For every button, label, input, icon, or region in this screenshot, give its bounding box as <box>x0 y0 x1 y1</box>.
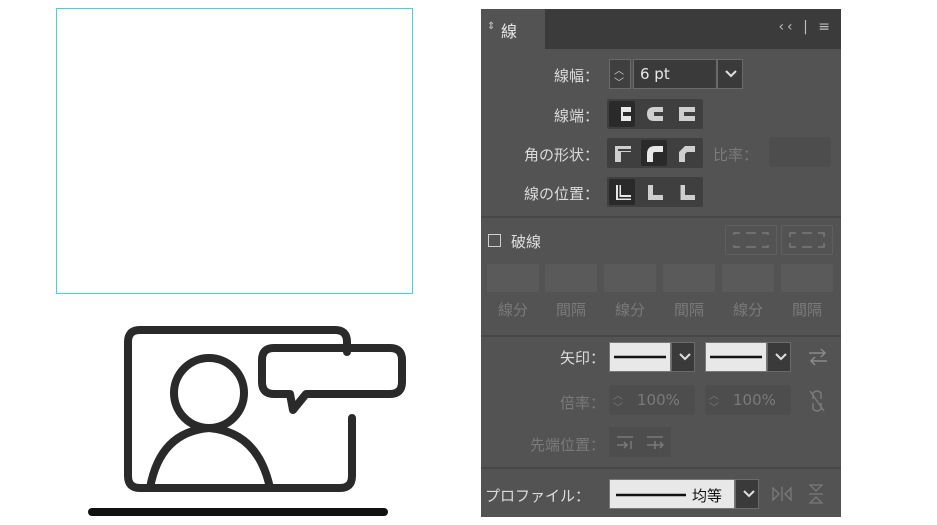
end-scale-input: ︿ ﹀ 100% <box>705 385 791 415</box>
gap-input-1 <box>545 264 597 292</box>
chevron-down-icon <box>679 353 691 361</box>
gap-label-1: 間隔 <box>555 301 586 319</box>
stroke-panel: ⇕ 線 ‹‹ | ≡ 線幅： ︿ ﹀ 6 pt 線端： 角の形状： 比率： 線の… <box>481 9 841 517</box>
corner-label: 角の形状： <box>523 146 599 164</box>
align-center-button[interactable] <box>609 179 635 205</box>
start-arrowhead-dropdown[interactable] <box>671 342 695 372</box>
dash-label-3: 線分 <box>732 301 763 319</box>
scale-label: 倍率： <box>559 394 605 412</box>
cap-label: 線端： <box>553 107 599 125</box>
weight-label: 線幅： <box>553 67 599 85</box>
weight-input[interactable]: 6 pt <box>633 59 717 89</box>
flip-horizontal-icon <box>772 486 792 502</box>
dash-input-2 <box>604 264 656 292</box>
collapse-menu-icon[interactable]: ‹‹ | ≡ <box>778 19 833 35</box>
align-label: 線の位置： <box>523 185 599 203</box>
align-inside-button[interactable] <box>641 179 667 205</box>
dash-input-3 <box>722 264 774 292</box>
cap-button-group <box>607 99 703 129</box>
end-arrowhead-select[interactable] <box>705 342 767 372</box>
chevron-down-icon[interactable]: ﹀ <box>614 74 624 89</box>
dash-input-1 <box>487 264 539 292</box>
corner-button-group <box>607 138 703 168</box>
tip-position-group <box>609 427 671 457</box>
unlink-scale-icon <box>809 390 825 412</box>
butt-cap-button[interactable] <box>609 101 635 127</box>
artboard-canvas[interactable] <box>0 0 470 525</box>
arrowheads-label: 矢印： <box>559 349 605 367</box>
bevel-join-button[interactable] <box>673 140 699 166</box>
flip-vertical-icon <box>808 484 824 504</box>
speech-bubble-icon <box>258 344 406 414</box>
projecting-cap-button[interactable] <box>673 101 699 127</box>
expand-arrows-icon[interactable]: ⇕ <box>487 21 495 32</box>
weight-stepper[interactable]: ︿ ﹀ <box>609 59 631 89</box>
gap-label-2: 間隔 <box>673 301 704 319</box>
round-cap-button[interactable] <box>641 101 667 127</box>
start-arrowhead-select[interactable] <box>609 342 671 372</box>
start-scale-input: ︿ ﹀ 100% <box>609 385 695 415</box>
tab-stroke[interactable]: ⇕ 線 <box>481 9 545 49</box>
tip-position-label: 先端位置： <box>529 436 605 454</box>
align-button-group <box>607 177 703 207</box>
chevron-down-icon <box>725 70 737 78</box>
dashed-label: 破線 <box>511 233 542 251</box>
dash-label-1: 線分 <box>497 301 528 319</box>
dash-align-button <box>781 225 833 255</box>
gap-input-3 <box>781 264 833 292</box>
ratio-label: 比率： <box>713 146 759 164</box>
dash-preserve-button <box>725 225 777 255</box>
profile-value: 均等 <box>692 487 723 505</box>
gap-input-2 <box>663 264 715 292</box>
align-outside-button[interactable] <box>673 179 699 205</box>
dash-label-2: 線分 <box>614 301 645 319</box>
video-call-person-icon[interactable] <box>0 0 470 525</box>
separator <box>481 335 841 337</box>
round-join-button[interactable] <box>641 140 667 166</box>
chevron-down-icon <box>775 353 787 361</box>
separator <box>481 216 841 218</box>
ratio-input <box>769 137 831 167</box>
swap-arrows-icon[interactable] <box>807 347 829 367</box>
end-arrowhead-dropdown[interactable] <box>767 342 791 372</box>
panel-title: 線 <box>501 22 518 41</box>
weight-dropdown-button[interactable] <box>717 59 743 89</box>
dashed-checkbox[interactable] <box>488 234 501 247</box>
separator <box>481 467 841 469</box>
profile-select[interactable]: 均等 <box>609 479 735 509</box>
miter-join-button[interactable] <box>609 140 635 166</box>
gap-label-3: 間隔 <box>791 301 822 319</box>
profile-dropdown[interactable] <box>735 479 759 509</box>
profile-label: プロファイル： <box>485 487 591 505</box>
panel-tabbar: ⇕ 線 ‹‹ | ≡ <box>481 9 841 49</box>
chevron-down-icon <box>743 490 755 498</box>
